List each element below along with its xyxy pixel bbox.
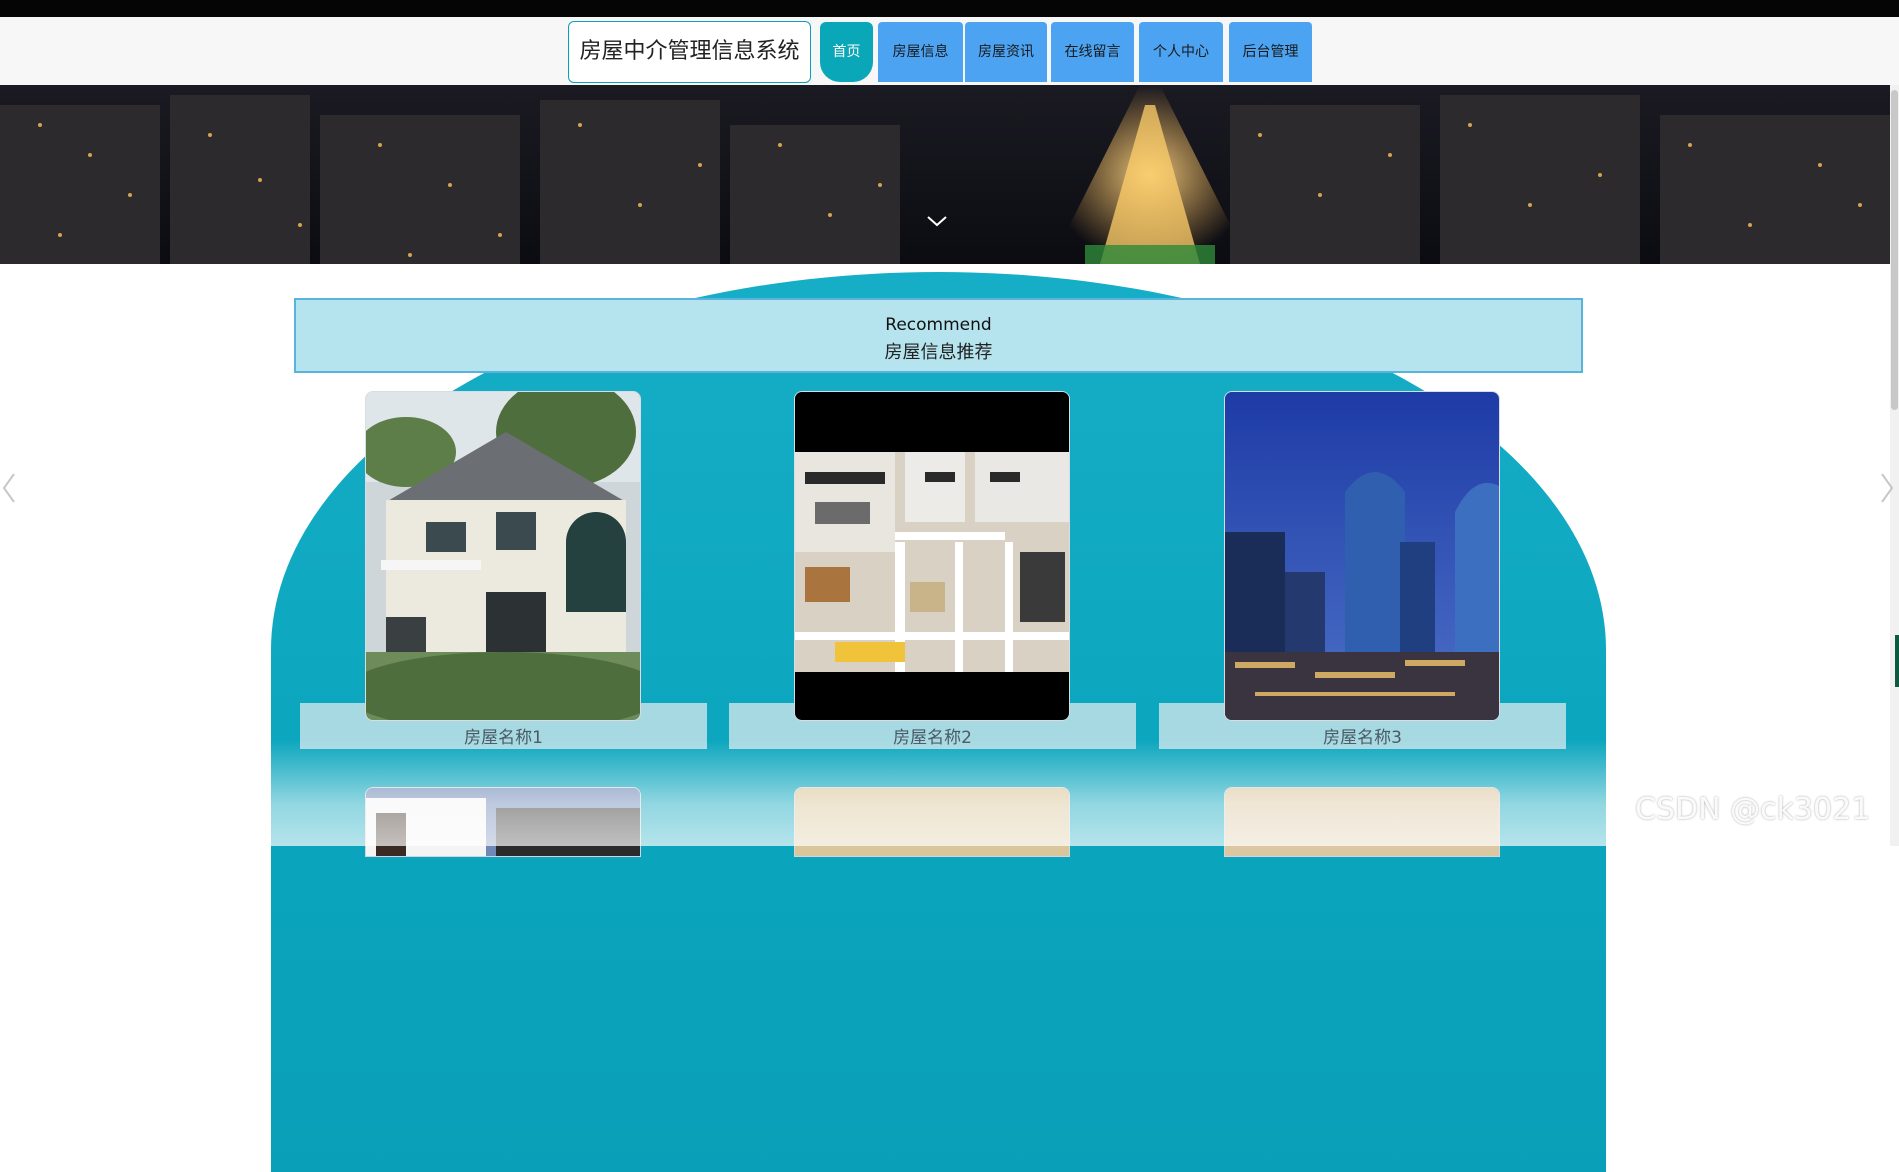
scrollbar-thumb[interactable] — [1891, 90, 1898, 410]
recommend-title-cn: 房屋信息推荐 — [884, 342, 993, 363]
chevron-left-icon[interactable] — [0, 468, 20, 508]
house-image-4[interactable] — [365, 787, 641, 857]
nav-admin[interactable]: 后台管理 — [1229, 22, 1312, 82]
edge-marker — [1895, 635, 1899, 687]
floorplan-photo — [795, 392, 1069, 720]
interior-photo — [795, 788, 1069, 856]
hero-banner — [0, 85, 1890, 264]
interior-photo — [1225, 788, 1499, 856]
nav-home[interactable]: 首页 — [820, 22, 873, 82]
villa-photo — [366, 392, 640, 720]
csdn-watermark: CSDN @ck3021 — [1635, 792, 1871, 827]
window-top-bar — [0, 0, 1899, 17]
site-brand: 房屋中介管理信息系统 — [568, 21, 811, 83]
house-image-2[interactable] — [794, 391, 1070, 721]
nav-house-news[interactable]: 房屋资讯 — [965, 22, 1047, 82]
house-image-1[interactable] — [365, 391, 641, 721]
house-photo — [366, 788, 640, 856]
nav-personal-center[interactable]: 个人中心 — [1139, 22, 1223, 82]
city-night-image — [0, 85, 1890, 264]
chevron-down-icon[interactable] — [926, 212, 948, 230]
skyscraper-photo — [1225, 392, 1499, 720]
nav-online-message[interactable]: 在线留言 — [1051, 22, 1134, 82]
house-image-6[interactable] — [1224, 787, 1500, 857]
house-image-3[interactable] — [1224, 391, 1500, 721]
chevron-right-icon[interactable] — [1876, 468, 1896, 508]
recommend-header: Recommend 房屋信息推荐 — [294, 298, 1583, 373]
house-image-5[interactable] — [794, 787, 1070, 857]
nav-house-info[interactable]: 房屋信息 — [878, 22, 963, 82]
recommend-title-en: Recommend — [885, 315, 992, 335]
